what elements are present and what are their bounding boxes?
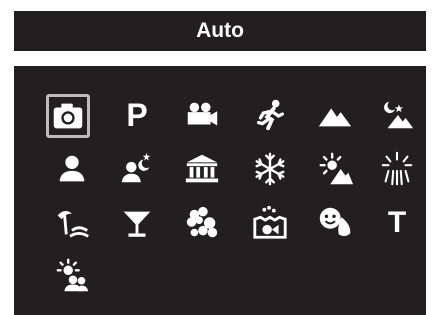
mode-backlight-button[interactable]	[311, 145, 359, 193]
mode-museum-button[interactable]	[178, 145, 226, 193]
sunset-icon	[56, 258, 89, 292]
underwater-icon	[253, 205, 287, 239]
backlight-icon	[319, 152, 354, 185]
beach-icon	[57, 211, 89, 238]
mode-flower-button[interactable]	[178, 199, 226, 247]
flower-icon	[186, 206, 218, 238]
mode-title-bar: Auto	[14, 11, 426, 51]
mode-landscape-button[interactable]	[311, 91, 359, 139]
movie-camera-icon	[187, 102, 218, 126]
night-portrait-icon	[121, 152, 151, 183]
kids-pets-icon	[319, 207, 351, 237]
mode-sports-button[interactable]	[246, 91, 294, 139]
scene-mode-grid: P T	[14, 66, 426, 315]
mode-program-button[interactable]: P	[113, 91, 161, 139]
mode-underwater-button[interactable]	[246, 199, 294, 247]
mode-text-button[interactable]: T	[373, 199, 421, 247]
mode-sunset-button[interactable]	[48, 252, 96, 300]
landscape-icon	[318, 108, 352, 127]
text-icon: T	[387, 206, 407, 239]
program-icon: P	[126, 97, 148, 133]
mode-kids-pets-button[interactable]	[311, 199, 359, 247]
fireworks-icon	[381, 151, 413, 186]
night-landscape-icon	[384, 101, 414, 129]
mode-party-button[interactable]	[113, 199, 161, 247]
mode-snow-button[interactable]	[246, 145, 294, 193]
mode-movie-button[interactable]	[178, 91, 226, 139]
sports-runner-icon	[256, 99, 285, 131]
museum-icon	[185, 154, 219, 183]
mode-night-portrait-button[interactable]	[113, 145, 161, 193]
mode-night-landscape-button[interactable]	[373, 91, 421, 139]
mode-auto-button[interactable]	[46, 94, 90, 138]
portrait-icon	[59, 155, 85, 182]
camera-icon	[53, 103, 83, 129]
party-icon	[123, 211, 151, 237]
mode-title: Auto	[196, 19, 244, 42]
snow-icon	[255, 152, 285, 186]
mode-beach-button[interactable]	[48, 199, 96, 247]
mode-fireworks-button[interactable]	[373, 145, 421, 193]
mode-portrait-button[interactable]	[48, 145, 96, 193]
